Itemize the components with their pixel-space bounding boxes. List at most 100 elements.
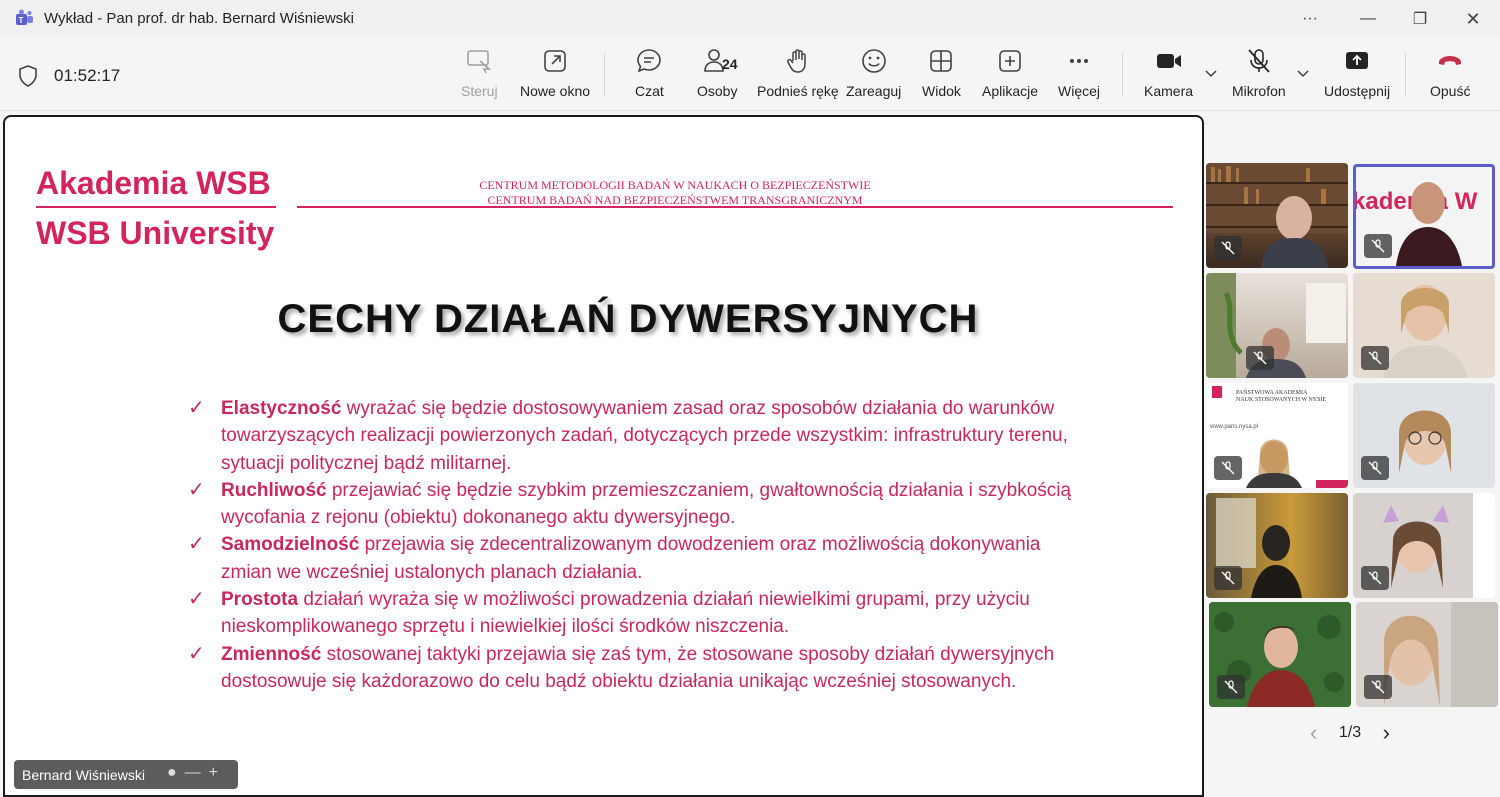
presenter-nameplate[interactable]: Bernard Wiśniewski ●—+ [14, 760, 238, 789]
bullet-text: stosowanej taktyki przejawia się zaś tym… [221, 643, 1055, 692]
participant-tile-active-speaker[interactable]: kademia W [1353, 164, 1495, 269]
bullet-text: działań wyraża się w możliwości prowadze… [221, 589, 1030, 638]
more-options-button[interactable]: ··· [1290, 6, 1330, 32]
muted-indicator [1364, 234, 1392, 258]
microphone-options-chevron-icon[interactable] [1295, 65, 1311, 81]
university-logo-line2: WSB University [36, 215, 275, 251]
people-label: Osoby [697, 83, 738, 99]
share-label: Udostępnij [1324, 83, 1391, 99]
bullet-term: Prostota [221, 589, 299, 611]
minimize-button[interactable]: — [1348, 6, 1388, 32]
tile-background-text: www.pans.nysa.pl [1209, 424, 1258, 430]
check-icon: ✓ [188, 397, 205, 419]
bullet-text: wyrażać się będzie dostosowywaniem zasad… [221, 398, 1068, 474]
meeting-timer: 01:52:17 [54, 66, 121, 85]
bullet-term: Ruchliwość [221, 479, 327, 501]
leave-button[interactable]: Opuść [1430, 47, 1470, 105]
chat-icon [637, 49, 662, 73]
leave-label: Opuść [1430, 83, 1471, 99]
new-window-button[interactable]: Nowe okno [520, 47, 590, 105]
microphone-label: Mikrofon [1232, 83, 1286, 99]
shared-content-stage: Akademia WSB WSB University CENTRUM METO… [3, 115, 1204, 797]
person-icon: ● [166, 764, 185, 781]
next-page-chevron-icon[interactable]: › [1383, 720, 1390, 746]
mic-off-icon [1248, 49, 1270, 73]
hand-icon [786, 49, 806, 73]
react-button[interactable]: Zareaguj [846, 47, 901, 105]
toolbar-divider [1405, 53, 1406, 97]
new-window-label: Nowe okno [520, 83, 591, 99]
apps-button[interactable]: Aplikacje [982, 47, 1038, 105]
mic-off-icon [1221, 571, 1235, 585]
share-icon [1346, 52, 1369, 69]
teams-icon: T [16, 9, 33, 25]
participant-tile[interactable] [1353, 383, 1495, 488]
check-icon: ✓ [188, 533, 205, 556]
close-window-button[interactable]: ✕ [1453, 6, 1493, 32]
check-icon: ✓ [188, 478, 205, 501]
mic-off-icon [1253, 351, 1267, 365]
more-button[interactable]: Więcej [1058, 47, 1100, 105]
bullet-text: przejawiać się będzie szybkim przemieszc… [221, 479, 1072, 529]
steruj-button[interactable]: Steruj [461, 47, 498, 105]
mic-off-icon [1371, 239, 1385, 253]
participant-tile[interactable] [1353, 273, 1495, 378]
meeting-toolbar: 01:52:17 Steruj Nowe okno Czat Osoby 24 … [0, 37, 1500, 111]
toolbar-divider [604, 53, 605, 97]
share-button[interactable]: Udostępnij [1324, 47, 1390, 105]
muted-indicator [1246, 346, 1274, 370]
participant-tile[interactable] [1356, 602, 1498, 707]
smiley-icon [861, 49, 886, 73]
react-label: Zareaguj [846, 83, 902, 99]
participant-tile[interactable] [1206, 493, 1348, 598]
more-label: Więcej [1058, 83, 1101, 99]
camera-button[interactable]: Kamera [1144, 47, 1193, 105]
bullet-item: ✓ Zmienność stosowanej taktyki przejawia… [188, 641, 1088, 696]
participant-tile[interactable] [1353, 493, 1495, 598]
zoom-out-button[interactable]: — [185, 764, 209, 781]
hang-up-icon [1439, 56, 1462, 65]
participant-tile[interactable] [1206, 163, 1348, 268]
view-button[interactable]: Widok [922, 47, 961, 105]
grid-view-icon [930, 50, 953, 72]
bullet-item: ✓ Elastyczność wyrażać się będzie dostos… [188, 395, 1088, 477]
participant-tile[interactable] [1209, 602, 1351, 707]
logo-divider [36, 206, 276, 208]
view-label: Widok [922, 83, 961, 99]
previous-page-chevron-icon[interactable]: ‹ [1310, 720, 1317, 746]
bullet-term: Elastyczność [221, 398, 342, 419]
participant-count: 24 [722, 56, 738, 72]
participant-tile[interactable]: PAŃSTWOWA AKADEMIA NAUK STOSOWANYCH W NY… [1206, 383, 1348, 488]
mic-off-icon [1221, 461, 1235, 475]
window-title: Wykład - Pan prof. dr hab. Bernard Wiśni… [44, 10, 354, 27]
participant-video [1206, 273, 1346, 378]
restore-button[interactable]: ❐ [1400, 6, 1440, 32]
bullet-item: ✓ Samodzielność przejawia się zdecentral… [188, 531, 1088, 586]
raise-hand-label: Podnieś rękę [757, 83, 839, 99]
presenter-name: Bernard Wiśniewski [22, 766, 145, 783]
control-icon [467, 50, 492, 74]
mic-off-icon [1221, 241, 1235, 255]
bullet-item: ✓ Ruchliwość przejawiać się będzie szybk… [188, 477, 1088, 532]
camera-options-chevron-icon[interactable] [1203, 65, 1219, 81]
zoom-controls: ●—+ [167, 764, 226, 782]
muted-indicator [1364, 675, 1392, 699]
slide-bullet-list: ✓ Elastyczność wyrażać się będzie dostos… [188, 395, 1088, 695]
mic-off-icon [1224, 680, 1238, 694]
camera-icon [1156, 54, 1181, 68]
zoom-in-button[interactable]: + [209, 764, 226, 781]
bullet-term: Samodzielność [221, 534, 360, 556]
check-icon: ✓ [188, 588, 205, 611]
chat-button[interactable]: Czat [635, 47, 664, 105]
slide-header-line1: CENTRUM METODOLOGII BADAŃ W NAUKACH O BE… [479, 178, 871, 192]
mic-off-icon [1368, 571, 1382, 585]
microphone-button[interactable]: Mikrofon [1232, 47, 1286, 105]
participant-tile[interactable] [1206, 273, 1348, 378]
raise-hand-button[interactable]: Podnieś rękę [757, 47, 839, 105]
gallery-pager: ‹ 1/3 › [1310, 720, 1390, 746]
ellipsis-icon [1070, 59, 1088, 63]
muted-indicator [1214, 566, 1242, 590]
title-bar: T Wykład - Pan prof. dr hab. Bernard Wiś… [0, 0, 1500, 37]
bullet-item: ✓ Prostota działań wyraża się w możliwoś… [188, 586, 1088, 641]
muted-indicator [1361, 456, 1389, 480]
